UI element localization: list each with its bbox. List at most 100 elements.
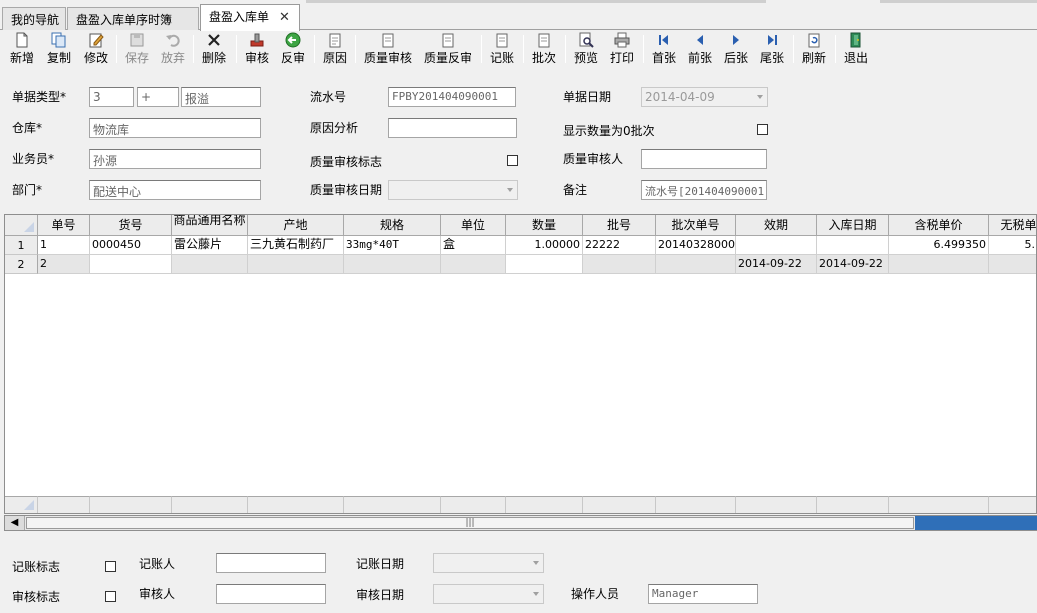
table-cell[interactable] bbox=[248, 255, 344, 274]
first-button[interactable]: 首张 bbox=[648, 32, 680, 66]
doc-type-code-field[interactable]: 3 bbox=[89, 87, 134, 107]
audit-flag-label: 审核标志 bbox=[12, 590, 61, 604]
qc-date-picker[interactable] bbox=[388, 180, 518, 200]
delete-button[interactable]: 删除 bbox=[198, 32, 230, 66]
col-header[interactable]: 单号 bbox=[38, 215, 90, 236]
audit-button[interactable]: 审核 bbox=[241, 32, 273, 66]
table-cell[interactable] bbox=[889, 255, 989, 274]
auditor-label: 审核人 bbox=[139, 587, 176, 601]
qc-unaudit-button[interactable]: 质量反审 bbox=[420, 32, 476, 66]
table-cell[interactable]: 1 bbox=[38, 236, 90, 255]
reason-analysis-field[interactable] bbox=[388, 118, 517, 138]
table-cell[interactable] bbox=[172, 255, 248, 274]
col-header[interactable]: 批次单号 bbox=[656, 215, 736, 236]
save-button[interactable]: 保存 bbox=[121, 32, 153, 66]
table-cell[interactable] bbox=[736, 236, 817, 255]
auditor-field[interactable] bbox=[216, 584, 326, 604]
row-header[interactable]: 1 bbox=[5, 236, 38, 255]
table-cell[interactable]: 6.499350 bbox=[889, 236, 989, 255]
table-cell[interactable]: 0000450 bbox=[90, 236, 172, 255]
col-header[interactable]: 产地 bbox=[248, 215, 344, 236]
table-cell[interactable] bbox=[90, 255, 172, 274]
batch-button[interactable]: 批次 bbox=[528, 32, 560, 66]
table-cell[interactable]: 2014-09-22 bbox=[736, 255, 817, 274]
table-cell[interactable] bbox=[989, 255, 1036, 274]
table-cell[interactable]: 盒 bbox=[441, 236, 506, 255]
table-cell[interactable]: 2014-09-22 bbox=[817, 255, 889, 274]
col-header[interactable]: 规格 bbox=[344, 215, 441, 236]
col-header[interactable]: 批号 bbox=[583, 215, 656, 236]
clerk-field[interactable]: 孙源 bbox=[89, 149, 261, 169]
table-cell[interactable]: 22222 bbox=[583, 236, 656, 255]
operator-field[interactable]: Manager bbox=[648, 584, 758, 604]
table-cell[interactable]: 5. bbox=[989, 236, 1036, 255]
last-button[interactable]: 尾张 bbox=[756, 32, 788, 66]
row-header[interactable]: 2 bbox=[5, 255, 38, 274]
table-cell[interactable] bbox=[583, 255, 656, 274]
remark-field[interactable]: 流水号[201404090001]: bbox=[641, 180, 767, 200]
doc-type-name-field[interactable]: 报溢 bbox=[181, 87, 261, 107]
post-flag-checkbox[interactable] bbox=[105, 561, 116, 572]
table-cell[interactable] bbox=[441, 255, 506, 274]
col-header[interactable]: 效期 bbox=[736, 215, 817, 236]
print-button[interactable]: 打印 bbox=[606, 32, 638, 66]
table-cell[interactable]: 2 bbox=[38, 255, 90, 274]
close-icon[interactable]: ✕ bbox=[279, 10, 290, 25]
table-cell[interactable]: 1.00000 bbox=[506, 236, 583, 255]
col-header[interactable]: 商品通用名称 bbox=[172, 215, 248, 236]
table-cell[interactable]: 三九黄石制药厂 bbox=[248, 236, 344, 255]
table-cell[interactable]: 雷公藤片 bbox=[172, 236, 248, 255]
table-cell[interactable]: 2014032800012 bbox=[656, 236, 736, 255]
audit-flag-checkbox[interactable] bbox=[105, 591, 116, 602]
scroll-left-icon[interactable]: ◀ bbox=[5, 516, 25, 530]
doc-type-sign-field[interactable]: + bbox=[137, 87, 179, 107]
post-button[interactable]: 记账 bbox=[486, 32, 518, 66]
copy-button[interactable]: 复制 bbox=[43, 32, 75, 66]
post-date-picker[interactable] bbox=[433, 553, 544, 573]
dept-field[interactable]: 配送中心 bbox=[89, 180, 261, 200]
col-header[interactable]: 入库日期 bbox=[817, 215, 889, 236]
table-cell[interactable] bbox=[656, 255, 736, 274]
horizontal-scrollbar[interactable]: ◀ ||| bbox=[4, 515, 1037, 531]
prev-button[interactable]: 前张 bbox=[684, 32, 716, 66]
exit-button[interactable]: 退出 bbox=[840, 32, 872, 66]
col-header[interactable]: 数量 bbox=[506, 215, 583, 236]
doc-date-picker[interactable]: 2014-04-09 bbox=[641, 87, 768, 107]
tab-my-navigation[interactable]: 我的导航 bbox=[2, 7, 66, 30]
poster-field[interactable] bbox=[216, 553, 326, 573]
footer-cell bbox=[656, 496, 736, 513]
next-button[interactable]: 后张 bbox=[720, 32, 752, 66]
warehouse-field[interactable]: 物流库 bbox=[89, 118, 261, 138]
tab-inventory-form[interactable]: 盘盈入库单 ✕ bbox=[200, 4, 300, 31]
edit-button[interactable]: 修改 bbox=[80, 32, 112, 66]
tab-label: 我的导航 bbox=[11, 13, 60, 27]
discard-button[interactable]: 放弃 bbox=[157, 32, 189, 66]
warehouse-label: 仓库* bbox=[12, 121, 43, 135]
tab-strip-shade-right bbox=[880, 0, 1037, 3]
tab-inventory-list[interactable]: 盘盈入库单序时簿 bbox=[67, 7, 199, 30]
audit-date-picker[interactable] bbox=[433, 584, 544, 604]
unaudit-button[interactable]: 反审 bbox=[277, 32, 309, 66]
qc-auditor-field[interactable] bbox=[641, 149, 767, 169]
table-cell[interactable] bbox=[344, 255, 441, 274]
preview-button[interactable]: 预览 bbox=[570, 32, 602, 66]
reason-button[interactable]: 原因 bbox=[319, 32, 351, 66]
col-header[interactable]: 含税单价 bbox=[889, 215, 989, 236]
col-header[interactable]: 单位 bbox=[441, 215, 506, 236]
table-cell[interactable] bbox=[506, 255, 583, 274]
grid-corner[interactable] bbox=[5, 215, 38, 236]
refresh-button[interactable]: 刷新 bbox=[798, 32, 830, 66]
table-cell[interactable] bbox=[817, 236, 889, 255]
new-button[interactable]: 新增 bbox=[6, 32, 38, 66]
toolbar-separator bbox=[355, 35, 356, 63]
scroll-track[interactable] bbox=[915, 516, 1037, 530]
col-header[interactable]: 无税单 bbox=[989, 215, 1036, 236]
scroll-thumb[interactable]: ||| bbox=[26, 517, 914, 529]
qc-flag-checkbox[interactable] bbox=[507, 155, 518, 166]
serial-number-field[interactable]: FPBY201404090001 bbox=[388, 87, 516, 107]
show-zero-batch-checkbox[interactable] bbox=[757, 124, 768, 135]
footer-cell bbox=[248, 496, 344, 513]
qc-audit-button[interactable]: 质量审核 bbox=[360, 32, 416, 66]
col-header[interactable]: 货号 bbox=[90, 215, 172, 236]
table-cell[interactable]: 33mg*40T bbox=[344, 236, 441, 255]
